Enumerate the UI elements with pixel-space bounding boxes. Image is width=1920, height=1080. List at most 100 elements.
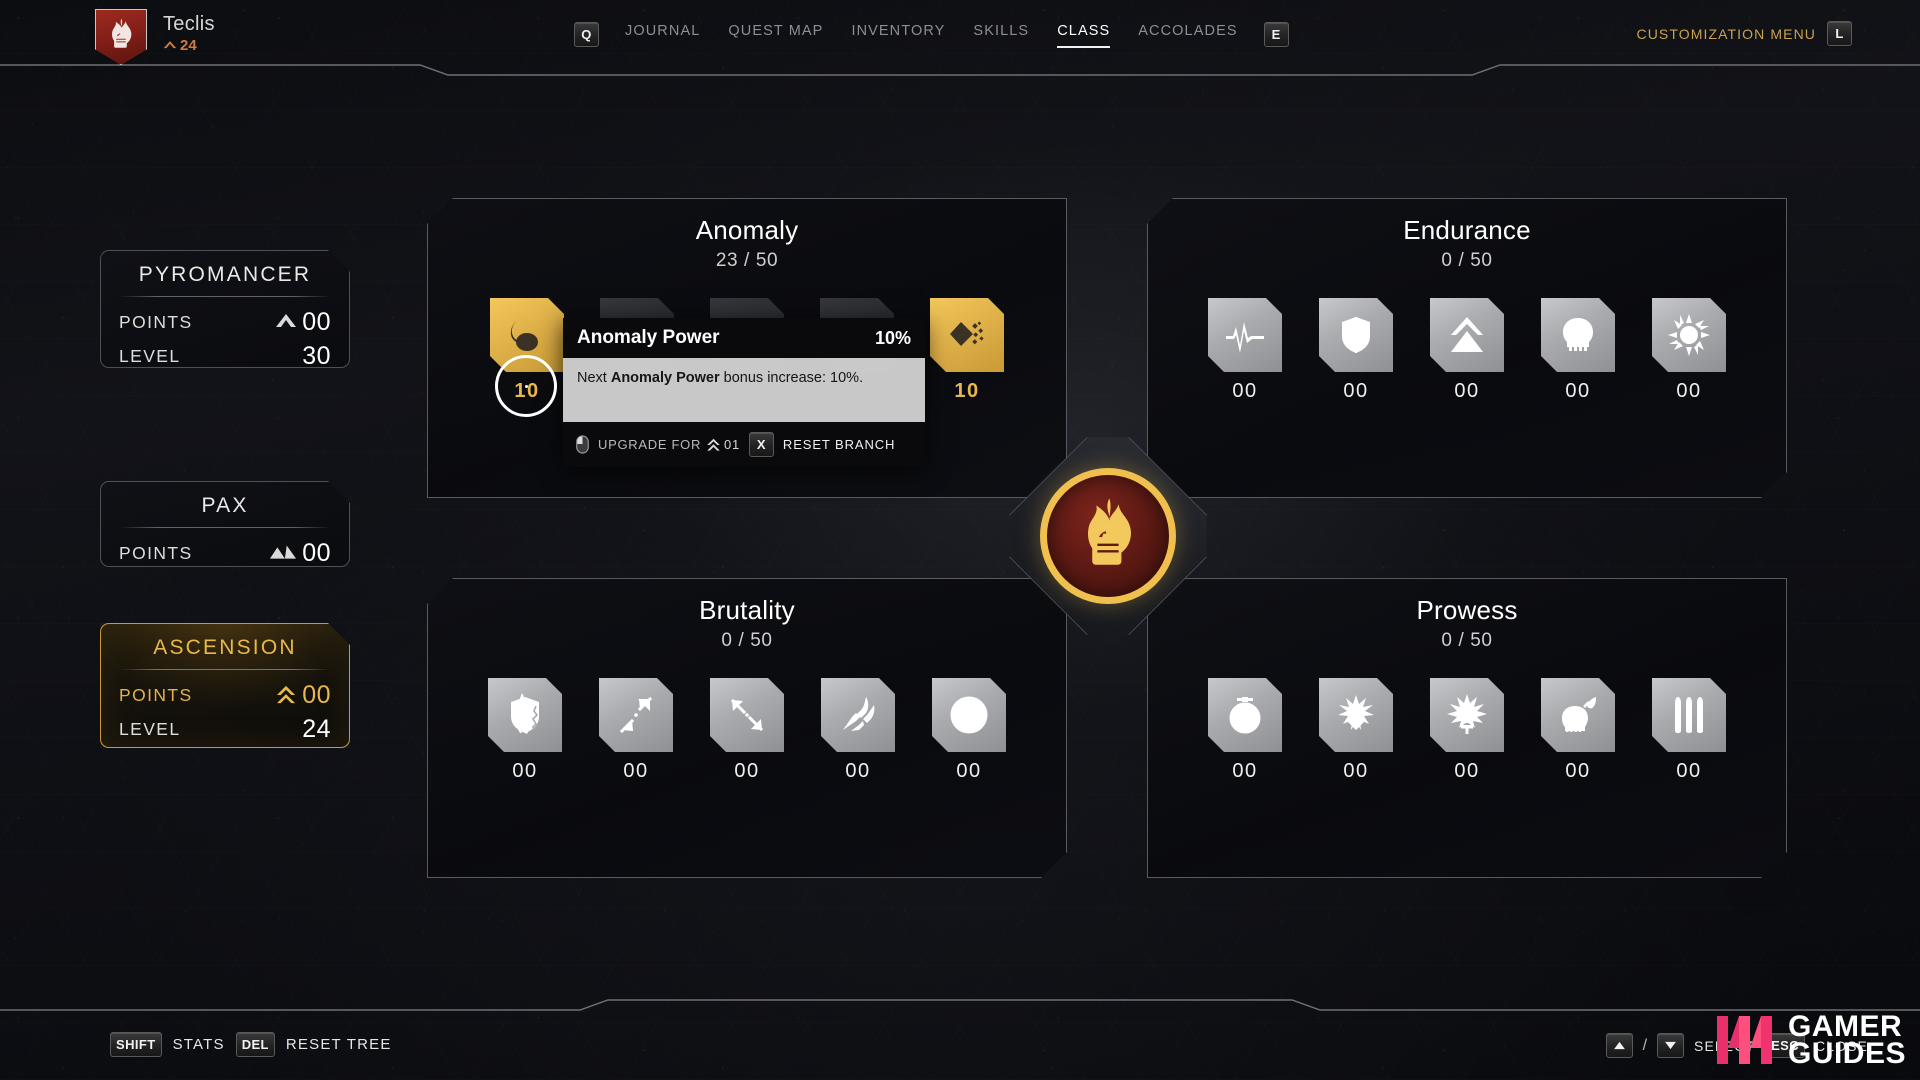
node-chip[interactable] xyxy=(932,678,1006,752)
footer-divider xyxy=(0,999,1920,1011)
tooltip-header: Anomaly Power 10% xyxy=(563,318,925,358)
tree-prowess-node-row: 00 00 00 00 00 xyxy=(1148,678,1786,783)
node-brutality-close-range[interactable]: 00 xyxy=(599,678,673,783)
nav-next-key[interactable]: E xyxy=(1263,21,1289,47)
node-value: 00 xyxy=(1565,760,1591,782)
stats-key[interactable]: SHIFT xyxy=(110,1032,162,1057)
tree-brutality-node-row: 00 00 00 00 00 xyxy=(428,678,1066,783)
node-chip[interactable] xyxy=(1319,678,1393,752)
top-header: Teclis 24 Q JOURNAL QUEST MAP INVENTORY … xyxy=(0,0,1920,66)
node-chip[interactable] xyxy=(1430,678,1504,752)
divider xyxy=(119,296,331,297)
node-brutality-vampire[interactable]: 00 xyxy=(932,678,1006,783)
node-brutality-blades[interactable]: 00 xyxy=(821,678,895,783)
node-chip[interactable] xyxy=(1430,298,1504,372)
pyromancer-level-label: LEVEL xyxy=(119,345,181,366)
node-anomaly-5[interactable]: 10 xyxy=(930,298,1004,403)
node-value: 00 xyxy=(1565,380,1591,402)
nav-prev-key[interactable]: Q xyxy=(574,21,599,47)
node-prowess-stopwatch[interactable]: 00 xyxy=(1208,678,1282,783)
node-chip[interactable] xyxy=(710,678,784,752)
customization-menu-button[interactable]: CUSTOMIZATION MENU L xyxy=(1636,21,1852,46)
node-chip[interactable] xyxy=(1541,298,1615,372)
node-chip[interactable] xyxy=(821,678,895,752)
arrow-down-key[interactable] xyxy=(1657,1033,1685,1058)
node-chip[interactable] xyxy=(1652,678,1726,752)
tooltip-reset-label[interactable]: RESET BRANCH xyxy=(783,437,895,452)
nav-item-skills[interactable]: SKILLS xyxy=(971,20,1031,48)
node-chip[interactable] xyxy=(1541,678,1615,752)
node-chip[interactable] xyxy=(930,298,1004,372)
ascension-progress-bar xyxy=(119,755,331,766)
node-chip[interactable] xyxy=(599,678,673,752)
arrow-up-key[interactable] xyxy=(1605,1033,1633,1058)
sun-burst-icon xyxy=(1667,313,1711,357)
node-value: 00 xyxy=(956,760,982,782)
node-anomaly-power[interactable]: 10 xyxy=(490,298,564,403)
nav-item-inventory[interactable]: INVENTORY xyxy=(849,20,947,48)
double-chevron-up-icon xyxy=(707,438,720,451)
node-prowess-headshot-skull[interactable]: 00 xyxy=(1541,678,1615,783)
tree-endurance-node-row: 00 00 00 00 00 xyxy=(1148,298,1786,403)
emblem-ring xyxy=(1040,468,1176,604)
double-chevron-up-icon xyxy=(275,685,297,705)
nav-item-accolades[interactable]: ACCOLADES xyxy=(1136,20,1239,48)
tree-panel-endurance: Endurance 0 / 50 00 00 00 00 00 xyxy=(1147,198,1787,498)
tooltip-upgrade-hint[interactable]: UPGRADE FOR 01 xyxy=(598,437,740,452)
node-chip[interactable] xyxy=(1319,298,1393,372)
fire-fist-icon xyxy=(1088,498,1131,565)
tooltip-reset-key[interactable]: X xyxy=(748,432,774,457)
class-emblem xyxy=(1023,451,1193,621)
tooltip-desc-prefix: Next xyxy=(577,370,611,386)
node-prowess-critical-hit[interactable]: 00 xyxy=(1430,678,1504,783)
node-value: 10 xyxy=(514,380,540,402)
node-endurance-skull[interactable]: 00 xyxy=(1541,298,1615,403)
nav-item-journal[interactable]: JOURNAL xyxy=(623,20,702,48)
divider xyxy=(119,669,331,670)
node-chip[interactable] xyxy=(490,298,564,372)
heartbeat-icon xyxy=(1223,313,1267,357)
nav-item-class[interactable]: CLASS xyxy=(1055,20,1112,48)
nav-item-quest-map[interactable]: QUEST MAP xyxy=(726,20,825,48)
customization-menu-key[interactable]: L xyxy=(1827,21,1852,46)
double-mountain-icon xyxy=(269,543,297,563)
pax-points-row: POINTS 00 xyxy=(119,536,331,570)
pyromancer-progress-fill xyxy=(120,383,330,392)
node-prowess-ammo[interactable]: 00 xyxy=(1652,678,1726,783)
panel-pax: PAX POINTS 00 xyxy=(100,481,350,567)
tree-prowess-title: Prowess xyxy=(1416,595,1518,625)
skill-tooltip: Anomaly Power 10% Next Anomaly Power bon… xyxy=(563,318,925,467)
stats-label: STATS xyxy=(172,1036,225,1053)
ascension-points-row: POINTS 00 xyxy=(119,678,331,712)
gamer-guides-watermark: GAMER GUIDES xyxy=(1715,1012,1906,1069)
critical-hit-icon xyxy=(1445,693,1489,737)
node-chip[interactable] xyxy=(1208,298,1282,372)
node-chip[interactable] xyxy=(1208,678,1282,752)
node-brutality-long-range[interactable]: 00 xyxy=(710,678,784,783)
single-chevron-up-icon xyxy=(275,312,297,332)
divider xyxy=(119,527,331,528)
reset-tree-key[interactable]: DEL xyxy=(235,1032,275,1057)
ascension-progress-fill xyxy=(120,756,173,765)
pyromancer-points-value-group: 00 xyxy=(275,308,331,337)
pyromancer-points-value: 00 xyxy=(302,307,331,336)
node-endurance-sun-burst[interactable]: 00 xyxy=(1652,298,1726,403)
pax-points-value-group: 00 xyxy=(269,539,331,568)
ascension-title: ASCENSION xyxy=(153,636,297,659)
node-endurance-shield[interactable]: 00 xyxy=(1319,298,1393,403)
node-value: 00 xyxy=(845,760,871,782)
node-endurance-heartbeat[interactable]: 00 xyxy=(1208,298,1282,403)
mouse-left-click-icon xyxy=(576,435,589,454)
main-nav: Q JOURNAL QUEST MAP INVENTORY SKILLS CLA… xyxy=(574,20,1289,48)
pax-points-label: POINTS xyxy=(119,542,193,563)
node-endurance-health-up[interactable]: 00 xyxy=(1430,298,1504,403)
tree-brutality-title: Brutality xyxy=(699,595,795,625)
tooltip-upgrade-cost: 01 xyxy=(724,437,740,452)
node-chip[interactable] xyxy=(1652,298,1726,372)
node-brutality-broken-shield[interactable]: 00 xyxy=(488,678,562,783)
node-prowess-grenade-burst[interactable]: 00 xyxy=(1319,678,1393,783)
pyromancer-points-label: POINTS xyxy=(119,311,193,332)
tooltip-skill-percent: 10% xyxy=(874,327,911,348)
node-chip[interactable] xyxy=(488,678,562,752)
shield-icon xyxy=(1334,313,1378,357)
